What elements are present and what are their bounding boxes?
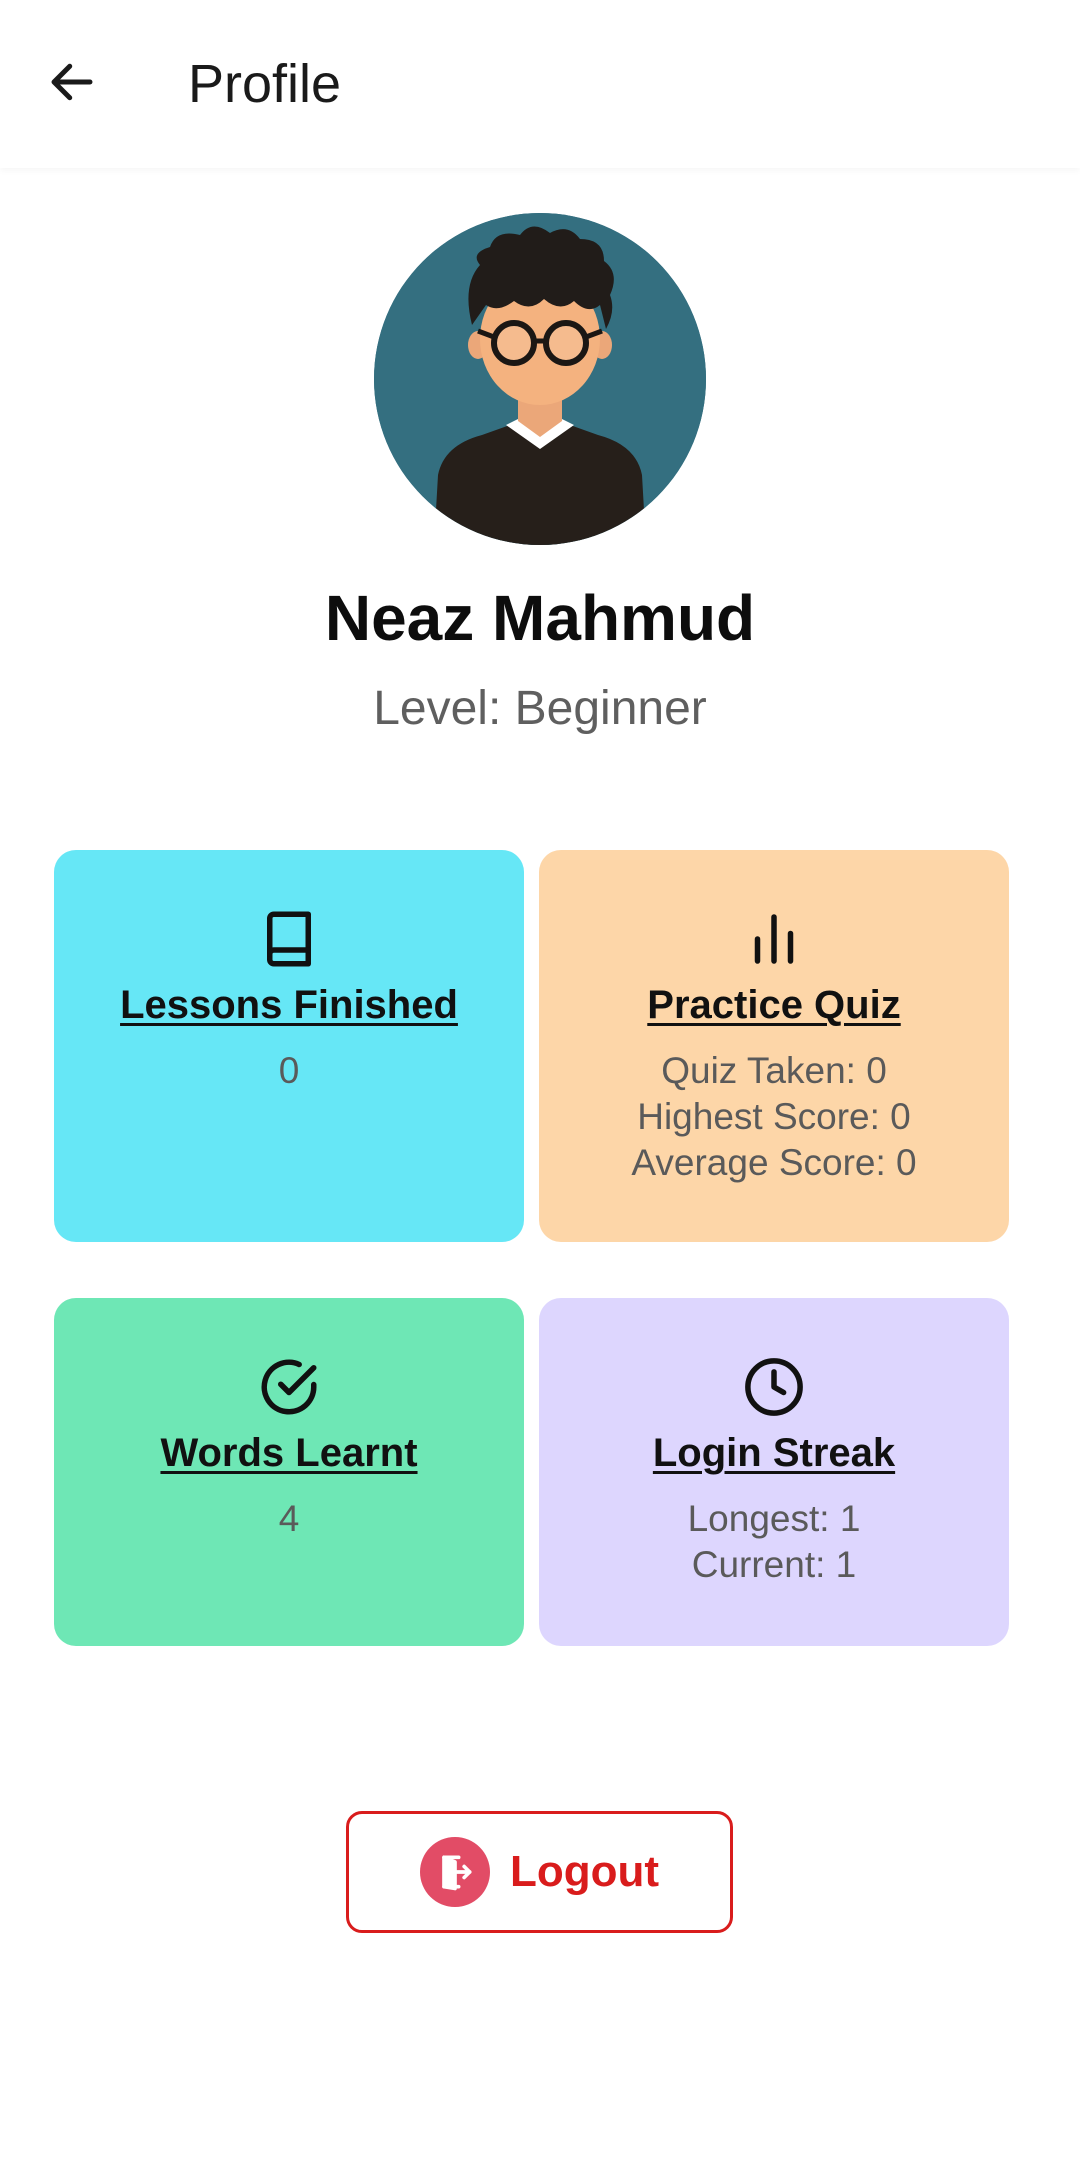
words-learnt-value: 4: [278, 1498, 300, 1539]
practice-quiz-card[interactable]: Practice Quiz Quiz Taken: 0 Highest Scor…: [539, 850, 1009, 1242]
login-streak-title[interactable]: Login Streak: [539, 1430, 1009, 1476]
clock-icon: [741, 1354, 807, 1420]
logout-door-icon: [419, 1837, 490, 1907]
level-label: Level:: [373, 682, 515, 735]
logout-label: Logout: [509, 1847, 660, 1896]
bar-chart-icon: [741, 906, 807, 972]
avatar: [374, 213, 706, 545]
page-title: Profile: [188, 54, 342, 114]
arrow-left-icon: [51, 63, 93, 101]
user-avatar-icon: [374, 213, 706, 545]
lessons-finished-card[interactable]: Lessons Finished 0: [54, 850, 524, 1242]
book-icon: [256, 906, 322, 972]
quiz-taken-stat: Quiz Taken: 0: [661, 1050, 887, 1091]
words-learnt-title[interactable]: Words Learnt: [54, 1430, 524, 1476]
highest-score-stat: Highest Score: 0: [637, 1096, 911, 1137]
check-circle-icon: [256, 1354, 322, 1420]
level-value: Beginner: [514, 682, 707, 735]
current-streak-stat: Current: 1: [691, 1544, 857, 1585]
login-streak-card[interactable]: Login Streak Longest: 1 Current: 1: [539, 1298, 1009, 1646]
logout-button[interactable]: Logout: [346, 1811, 733, 1933]
lessons-finished-title[interactable]: Lessons Finished: [54, 982, 524, 1028]
words-learnt-card[interactable]: Words Learnt 4: [54, 1298, 524, 1646]
lessons-finished-value: 0: [278, 1050, 300, 1091]
longest-streak-stat: Longest: 1: [687, 1498, 861, 1539]
back-button[interactable]: [30, 40, 114, 124]
practice-quiz-title[interactable]: Practice Quiz: [539, 982, 1009, 1028]
average-score-stat: Average Score: 0: [631, 1142, 917, 1183]
user-level: Level: Beginner: [0, 680, 1080, 738]
user-name: Neaz Mahmud: [324, 582, 756, 654]
app-bar: Profile: [0, 0, 1080, 168]
